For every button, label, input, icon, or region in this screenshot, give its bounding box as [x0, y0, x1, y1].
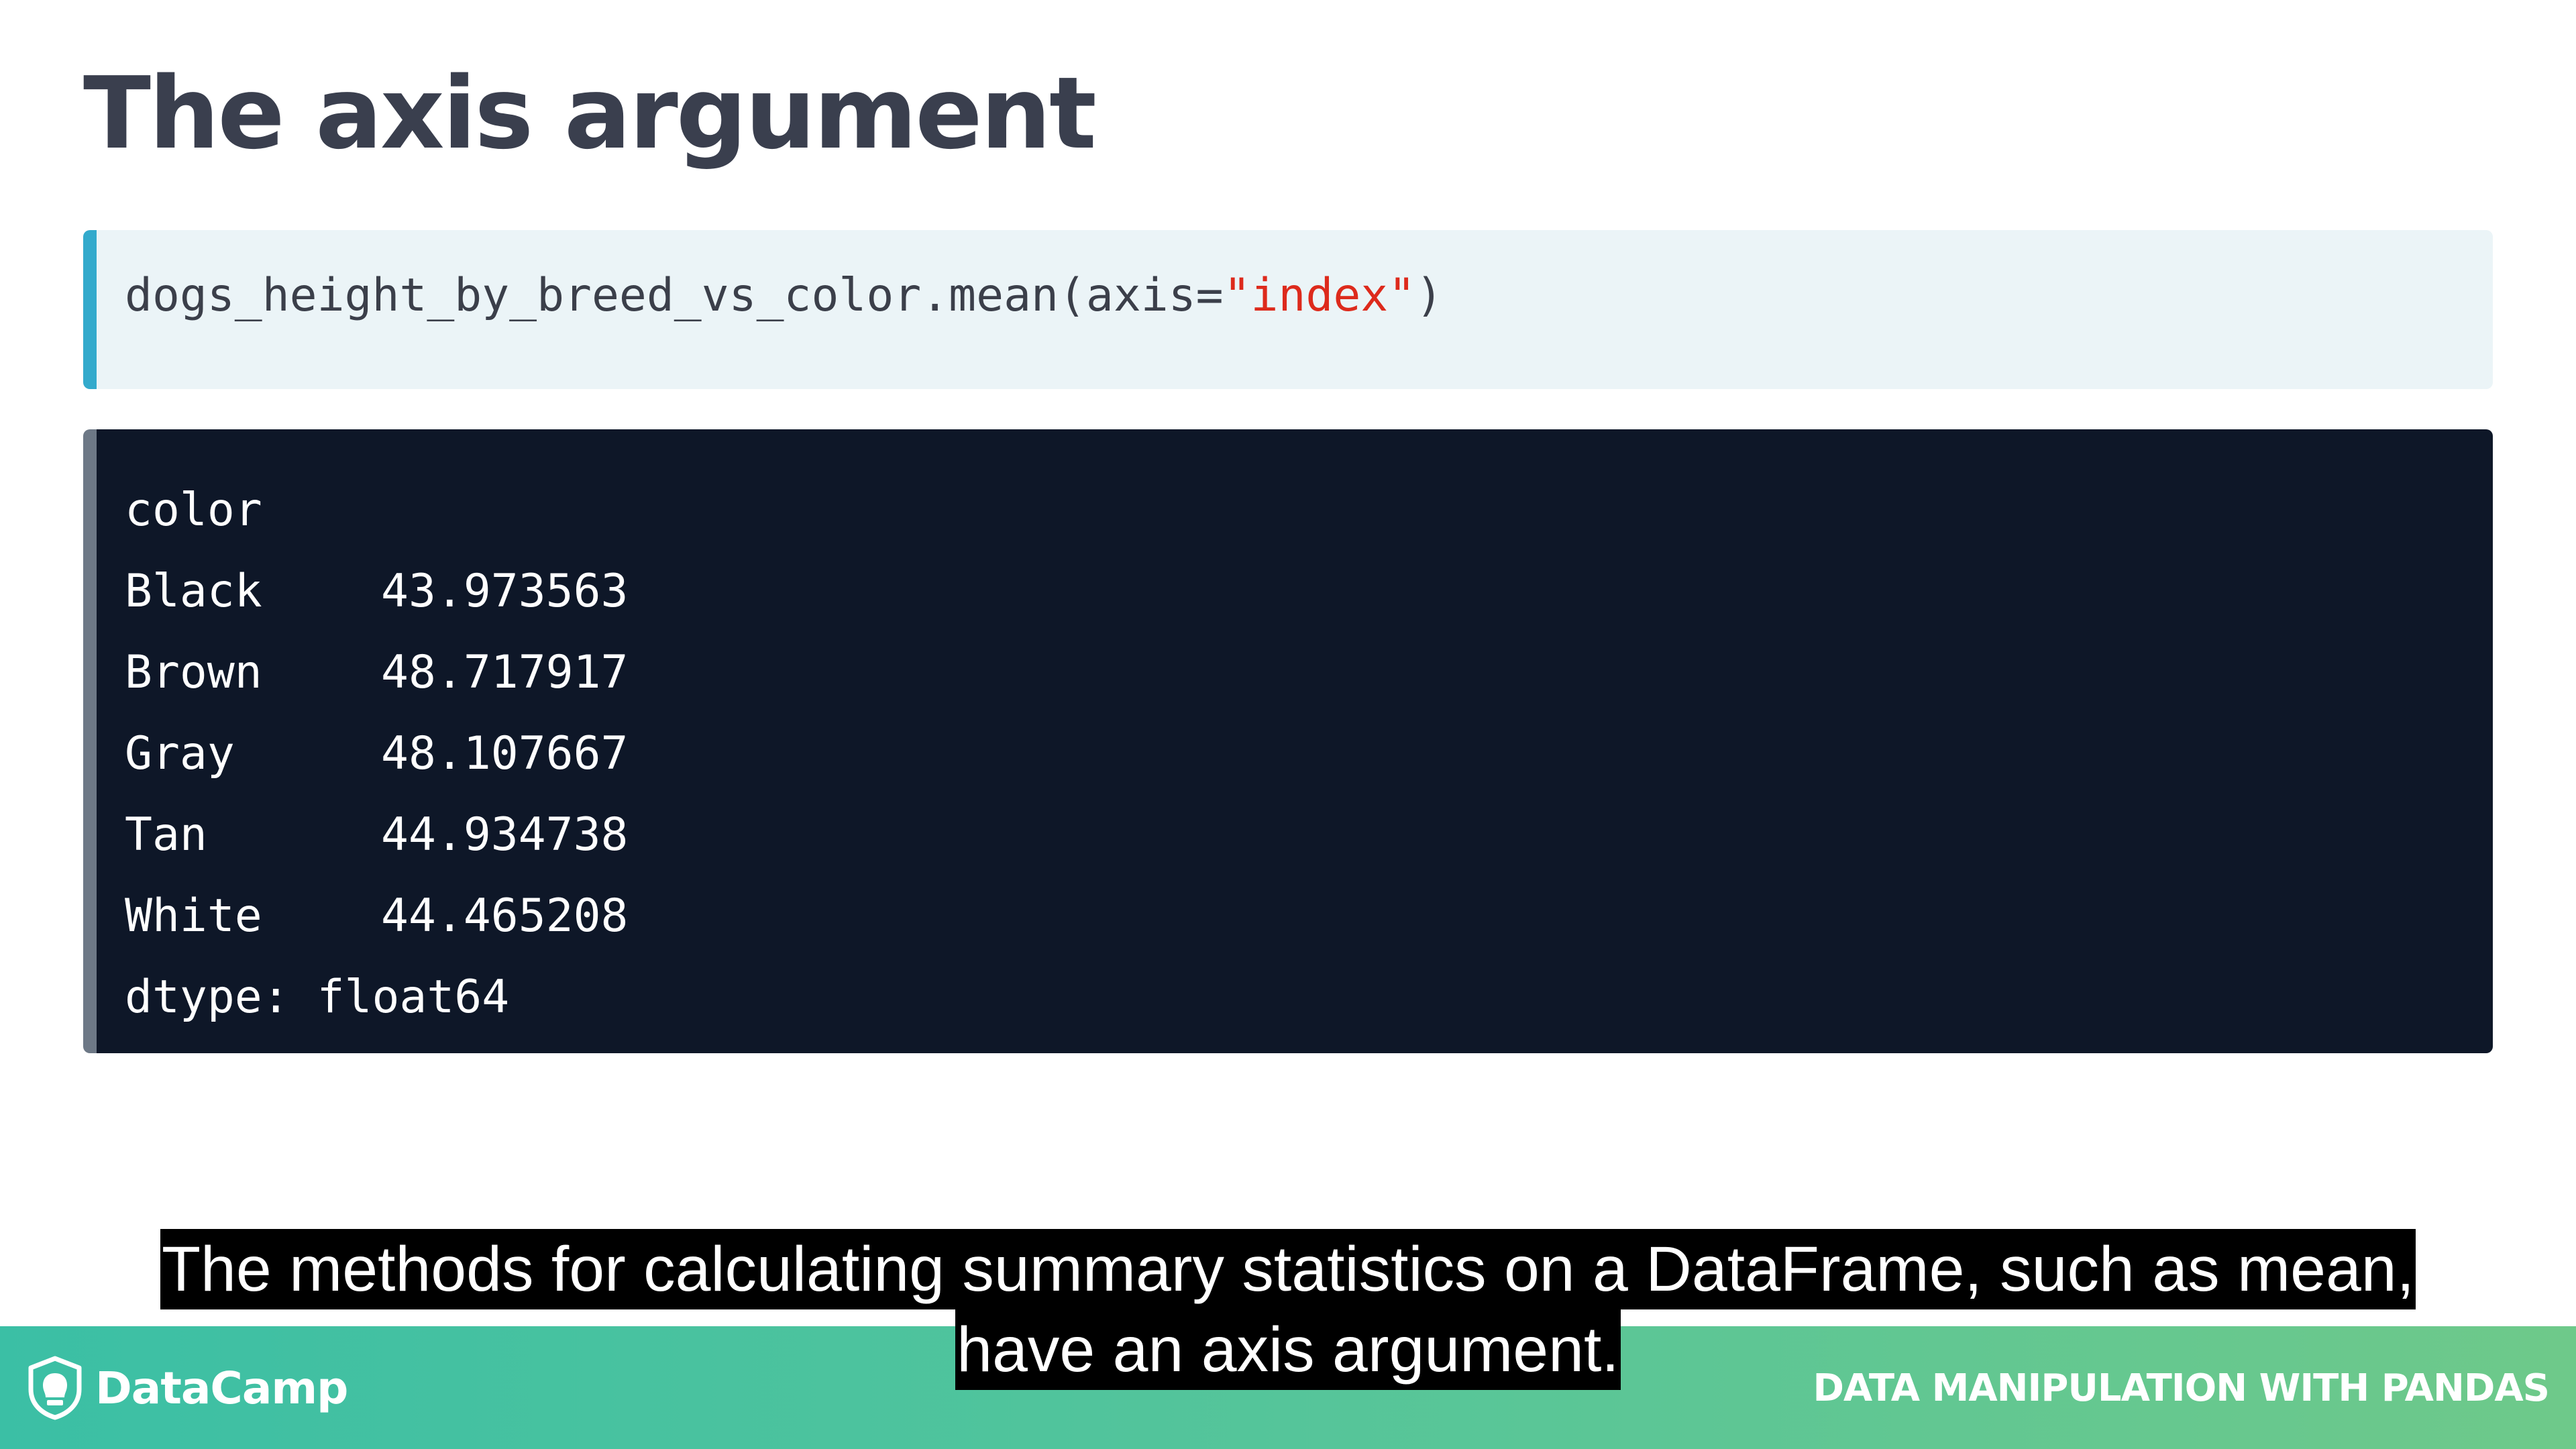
- output-dtype: dtype: float64: [125, 971, 510, 1024]
- output-row: Brown 48.717917: [125, 632, 628, 713]
- code-string-arg: "index": [1223, 269, 1416, 322]
- code-line: dogs_height_by_breed_vs_color.mean(axis=…: [125, 269, 1443, 322]
- output-row-value: 48.717917: [381, 646, 629, 699]
- output-row-value: 44.934738: [381, 808, 629, 861]
- output-row-label: White: [125, 890, 262, 943]
- output-row: Tan 44.934738: [125, 794, 628, 875]
- slide-title: The axis argument: [83, 56, 1097, 171]
- code-input-block: dogs_height_by_breed_vs_color.mean(axis=…: [83, 230, 2493, 389]
- code-prefix: dogs_height_by_breed_vs_color.mean(axis=: [125, 269, 1224, 322]
- code-output-block: color Black 43.973563 Brown 48.717917 Gray…: [83, 429, 2493, 1053]
- output-lines: color Black 43.973563 Brown 48.717917 Gray…: [125, 470, 628, 1038]
- output-header: color: [125, 484, 262, 537]
- caption-line-1: The methods for calculating summary stat…: [160, 1229, 2416, 1309]
- output-row-label: Tan: [125, 808, 207, 861]
- code-suffix: ): [1415, 269, 1444, 322]
- output-row-value: 48.107667: [381, 727, 629, 780]
- subtitle-caption: The methods for calculating summary stat…: [0, 1229, 2576, 1390]
- output-row: Black 43.973563: [125, 551, 628, 632]
- caption-line-2: have an axis argument.: [955, 1309, 1621, 1390]
- output-row-value: 43.973563: [381, 565, 629, 618]
- output-row-value: 44.465208: [381, 890, 629, 943]
- output-row-label: Black: [125, 565, 262, 618]
- output-row: Gray 48.107667: [125, 713, 628, 794]
- output-row-label: Brown: [125, 646, 262, 699]
- output-row: White 44.465208: [125, 875, 628, 957]
- output-row-label: Gray: [125, 727, 235, 780]
